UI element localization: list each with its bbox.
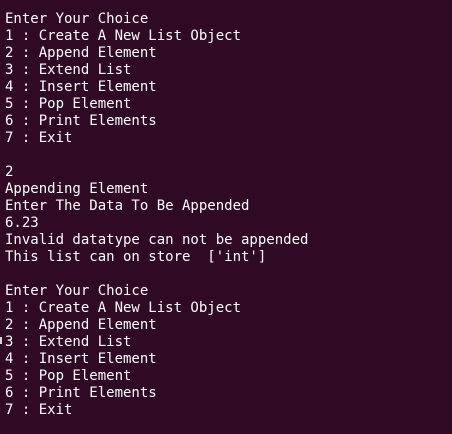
menu-option-create: 1 : Create A New List Object (5, 300, 242, 316)
menu-option-create: 1 : Create A New List Object (5, 28, 242, 44)
menu-option-print: 6 : Print Elements (5, 385, 157, 401)
menu-option-extend: 3 : Extend List (5, 334, 132, 350)
menu-option-pop: 5 : Pop Element (5, 96, 132, 112)
text-cursor-icon (0, 337, 2, 344)
menu-option-extend: 3 : Extend List (5, 62, 132, 78)
user-input-choice: 2 (5, 164, 14, 180)
error-message: Invalid datatype can not be appended (5, 232, 309, 248)
menu-option-append: 2 : Append Element (5, 317, 157, 333)
menu-option-append: 2 : Append Element (5, 45, 157, 61)
menu-option-insert: 4 : Insert Element (5, 351, 157, 367)
prompt-heading: Enter Your Choice (5, 11, 149, 27)
prompt-heading: Enter Your Choice (5, 283, 149, 299)
user-input-data: 6.23 (5, 215, 39, 231)
menu-option-exit: 7 : Exit (5, 130, 73, 146)
menu-option-exit: 7 : Exit (5, 402, 73, 418)
data-prompt: Enter The Data To Be Appended (5, 198, 250, 214)
menu-option-print: 6 : Print Elements (5, 113, 157, 129)
status-message: Appending Element (5, 181, 149, 197)
terminal-window[interactable]: Enter Your Choice 1 : Create A New List … (0, 0, 452, 434)
error-detail: This list can on store ['int'] (5, 249, 267, 265)
menu-option-pop: 5 : Pop Element (5, 368, 132, 384)
menu-option-insert: 4 : Insert Element (5, 79, 157, 95)
